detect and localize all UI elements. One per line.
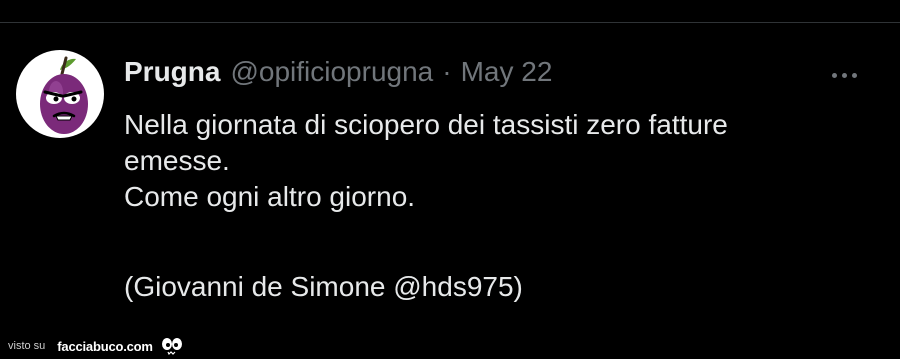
site-name: facciabuco.com	[57, 338, 153, 354]
visto-su-label: visto su	[8, 340, 46, 352]
tweet-text-line: Nella giornata di sciopero dei tassisti …	[124, 109, 728, 140]
display-name[interactable]: Prugna	[124, 54, 220, 90]
tweet-text: Nella giornata di sciopero dei tassisti …	[124, 107, 884, 305]
user-handle[interactable]: @opificioprugna	[230, 54, 433, 90]
watermark-footer: visto su facciabuco.com	[0, 333, 900, 359]
header-separator: ·	[442, 56, 452, 87]
tweet-text-line: (Giovanni de Simone @hds975)	[124, 271, 523, 302]
more-options-button[interactable]	[822, 63, 866, 87]
tweet-text-line: emesse.	[124, 145, 230, 176]
tweet-header: Prugna @opificioprugna · May 22	[124, 54, 552, 90]
more-options-icon	[831, 72, 857, 78]
tweet-text-line: Come ogni altro giorno.	[124, 181, 416, 212]
tweet-date[interactable]: May 22	[461, 54, 553, 90]
plum-character-icon	[40, 56, 88, 134]
tweet[interactable]: Prugna @opificioprugna · May 22 Nella gi…	[0, 23, 900, 333]
eyes-logo-icon	[161, 337, 183, 355]
avatar[interactable]	[16, 50, 104, 138]
